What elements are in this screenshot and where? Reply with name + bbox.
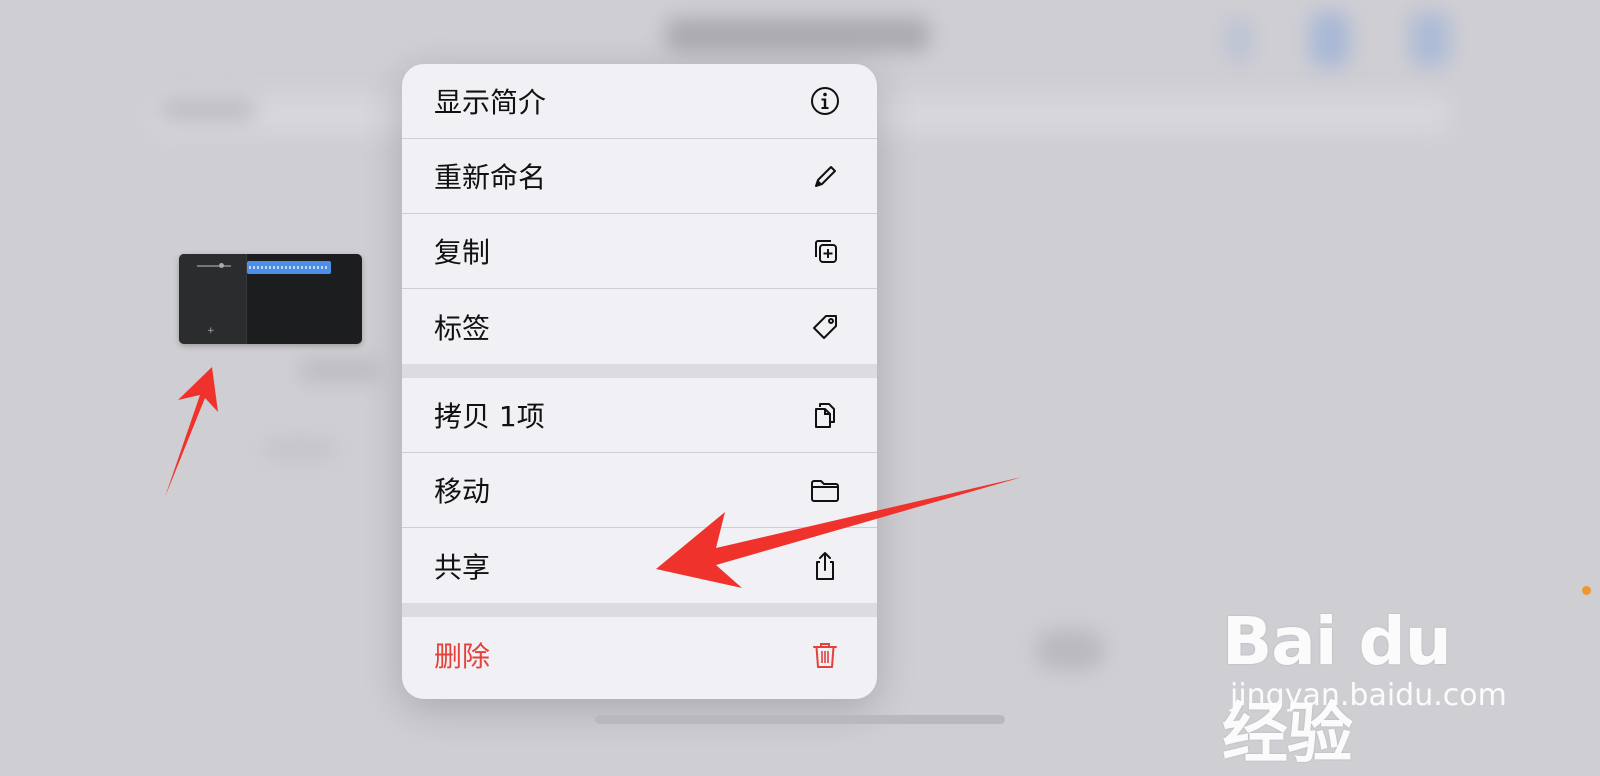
menu-item-rename[interactable]: 重新命名 — [402, 139, 877, 214]
status-dot — [1582, 586, 1591, 595]
pencil-icon — [815, 166, 836, 187]
menu-section-divider — [402, 603, 877, 617]
share-icon — [816, 551, 834, 580]
menu-item-move[interactable]: 移动 — [402, 453, 877, 528]
background-blurred-icon — [1310, 12, 1350, 67]
background-blurred-icon — [1410, 12, 1450, 67]
menu-item-label: 重新命名 — [434, 161, 547, 194]
trash-icon — [813, 642, 837, 668]
watermark: Bai du 经验 jingyan.baidu.com — [1222, 568, 1532, 772]
duplicate-icon — [815, 240, 837, 263]
tag-icon — [813, 314, 837, 339]
menu-item-label: 显示简介 — [434, 86, 547, 119]
menu-item-share[interactable]: 共享 — [402, 528, 877, 603]
watermark-url: jingyan.baidu.com — [1230, 678, 1507, 713]
menu-item-label: 移动 — [434, 475, 491, 508]
background-blurred-icon — [1225, 18, 1253, 62]
file-thumbnail[interactable]: + — [179, 254, 362, 344]
copy-icon — [815, 403, 835, 428]
menu-item-label: 复制 — [434, 236, 491, 269]
thumbnail-audio-region — [247, 261, 331, 274]
menu-item-copy[interactable]: 拷贝 1项 — [402, 378, 877, 453]
background-blurred-text — [265, 440, 335, 458]
home-indicator — [595, 715, 1005, 724]
menu-item-delete[interactable]: 删除 — [402, 617, 877, 692]
background-blurred-shape — [1035, 630, 1105, 670]
menu-item-label: 删除 — [434, 639, 491, 673]
menu-item-label: 标签 — [434, 311, 491, 345]
thumbnail-plus-icon: + — [207, 326, 215, 336]
menu-item-label: 拷贝 1项 — [434, 400, 545, 433]
background-blurred-title — [665, 18, 930, 52]
thumbnail-volume-slider — [197, 265, 231, 267]
thumbnail-slider-knob — [219, 263, 224, 268]
background-blurred-text — [300, 360, 380, 380]
menu-item-get-info[interactable]: 显示简介 — [402, 64, 877, 139]
menu-item-duplicate[interactable]: 复制 — [402, 214, 877, 289]
context-menu: 显示简介 重新命名 复制 标签 拷贝 1项 移动 共享 删除 — [402, 64, 877, 699]
annotation-arrow-thumbnail — [165, 367, 218, 497]
menu-item-label: 共享 — [434, 550, 491, 584]
info-icon — [811, 87, 839, 115]
background-blurred-label — [160, 100, 255, 120]
menu-section-divider — [402, 364, 877, 378]
menu-item-tags[interactable]: 标签 — [402, 289, 877, 364]
folder-icon — [811, 480, 839, 502]
